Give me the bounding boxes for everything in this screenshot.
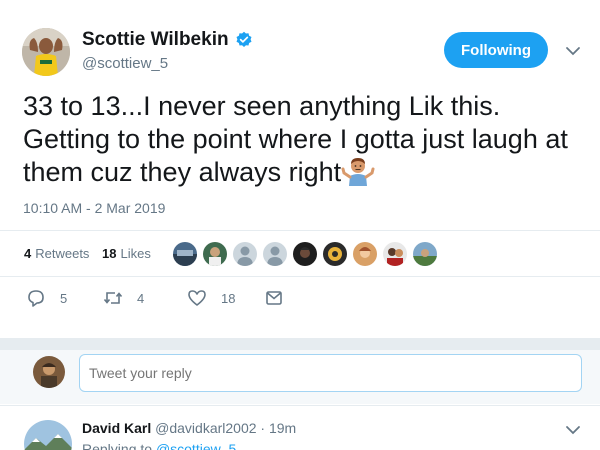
reply-icon [28,290,44,307]
liker-avatar[interactable] [353,242,377,266]
chevron-down-icon[interactable] [565,423,581,437]
likes-label: Likes [120,246,151,261]
reply-input[interactable] [79,354,582,392]
tweet-text: 33 to 13...I never seen anything Lik thi… [23,90,583,189]
reply-count: 5 [60,290,68,306]
current-user-avatar [33,356,65,388]
tweet-timestamp[interactable]: 10:10 AM - 2 Mar 2019 [23,200,165,216]
retweet-action[interactable]: 4 [103,288,144,308]
section-divider [0,338,600,350]
following-button[interactable]: Following [444,32,548,68]
liker-avatar[interactable] [173,242,197,266]
tweet-text-content: 33 to 13...I never seen anything Lik thi… [23,91,568,187]
retweets-label: Retweets [35,246,90,261]
liker-avatar[interactable] [293,242,317,266]
author-name[interactable]: Scottie Wilbekin [82,29,229,51]
chevron-down-icon[interactable] [565,44,581,58]
replying-to-label: Replying to [82,441,153,450]
likers-avatars [173,242,437,266]
liker-avatar[interactable] [263,242,287,266]
likes-stat[interactable]: 18 Likes [102,246,151,261]
direct-message-action[interactable] [264,288,284,308]
liker-avatar[interactable] [413,242,437,266]
retweets-count: 4 [24,246,32,261]
likes-count: 18 [102,246,117,261]
liker-avatar[interactable] [233,242,257,266]
reply-author-name[interactable]: David Karl [82,420,151,436]
tweet-stats: 4 Retweets 18 Likes [0,230,600,277]
heart-icon [188,290,206,306]
liker-avatar[interactable] [323,242,347,266]
reply-header: David Karl @davidkarl2002 · 19m [82,420,296,436]
like-action[interactable]: 18 [187,288,235,308]
author-avatar[interactable] [22,28,70,76]
tweet: Scottie Wilbekin @scottiew_5 Following 3… [0,0,600,338]
retweet-icon [103,292,123,304]
reply-tweet[interactable]: David Karl @davidkarl2002 · 19m Replying… [0,405,600,450]
reply-action[interactable]: 5 [26,288,67,308]
reply-time[interactable]: · 19m [260,420,296,436]
like-count: 18 [221,290,236,306]
reply-author-avatar[interactable] [24,420,72,450]
reply-composer [0,350,600,404]
tweet-actions: 5 4 18 [0,288,600,312]
envelope-icon [266,291,282,305]
reply-author-handle[interactable]: @davidkarl2002 [155,420,256,436]
verified-badge-icon [236,31,252,48]
liker-avatar[interactable] [383,242,407,266]
retweet-count: 4 [137,290,145,306]
author-handle[interactable]: @scottiew_5 [82,55,168,72]
replying-to: Replying to @scottiew_5 [82,441,236,450]
man-shrugging-emoji [341,158,375,186]
liker-avatar[interactable] [203,242,227,266]
author-name-row: Scottie Wilbekin [82,29,253,51]
replying-to-handle[interactable]: @scottiew_5 [156,441,236,450]
retweets-stat[interactable]: 4 Retweets [24,246,89,261]
